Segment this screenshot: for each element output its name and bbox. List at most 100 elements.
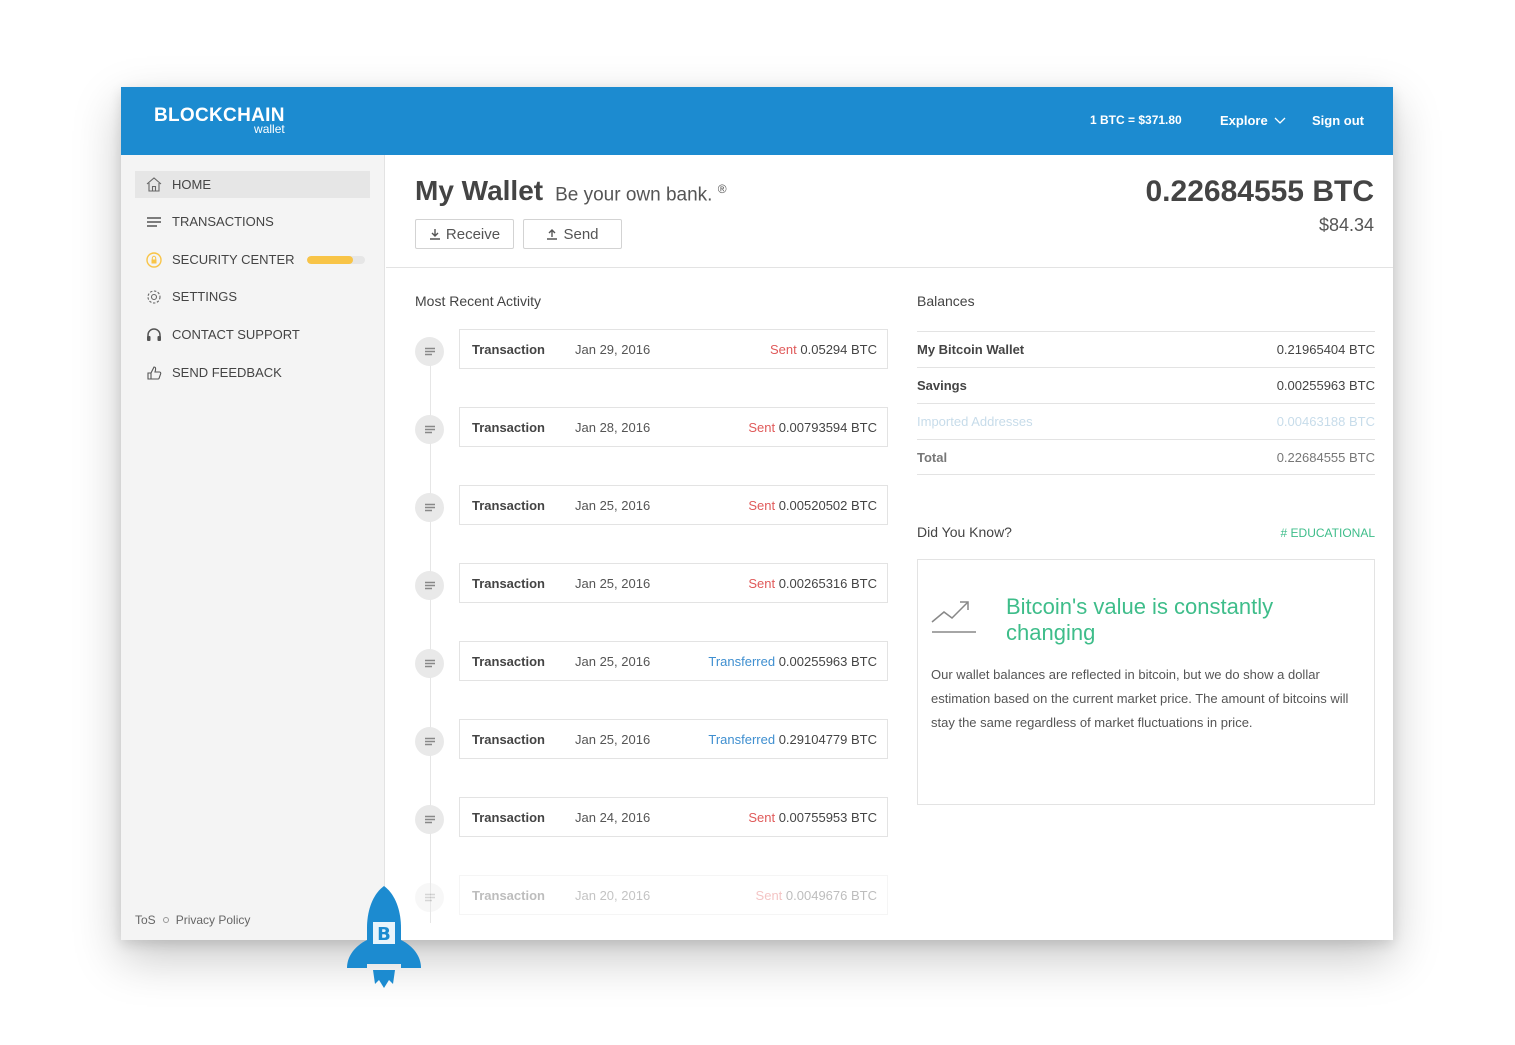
gear-icon [145,289,163,305]
transaction-value: 0.00755953 BTC [778,810,877,825]
headset-icon [145,327,163,343]
transaction-value: 0.0049676 BTC [785,888,877,903]
sidebar-item-label: HOME [172,177,211,192]
wallet-title-row: My Wallet Be your own bank. ® [415,175,727,207]
balances-heading: Balances [917,293,975,309]
balance-row-total: Total 0.22684555 BTC [917,439,1375,475]
transaction-row[interactable]: Transaction Jan 25, 2016 Sent 0.00520502 B… [415,485,888,525]
page-tagline: Be your own bank. ® [555,182,727,206]
balance-value: 0.00255963 BTC [1276,378,1375,393]
transaction-row[interactable]: Transaction Jan 28, 2016 Sent 0.00793594 B… [415,407,888,447]
upload-icon [547,229,558,240]
transaction-date: Jan 29, 2016 [575,342,651,357]
sidebar-item-label: TRANSACTIONS [172,214,274,229]
transaction-type: Sent [748,420,776,435]
explore-menu[interactable]: Explore [1220,113,1286,128]
transaction-card[interactable]: Transaction Jan 25, 2016 Transferred 0.291… [459,719,888,759]
balances-table: My Bitcoin Wallet 0.21965404 BTC Savings… [917,331,1375,475]
chevron-down-icon [1274,117,1286,124]
sidebar-item-security-center[interactable]: SECURITY CENTER [135,246,370,273]
transaction-date: Jan 25, 2016 [575,654,651,669]
app-window: BLOCKCHAIN wallet 1 BTC = $371.80 Explor… [121,87,1393,940]
transaction-amount: Sent 0.00265316 BTC [748,576,877,591]
transaction-value: 0.00265316 BTC [778,576,877,591]
tagline-text: Be your own bank. [555,184,713,205]
transaction-value: 0.05294 BTC [800,342,877,357]
transaction-card[interactable]: Transaction Jan 24, 2016 Sent 0.00755953 B… [459,797,888,837]
sidebar-item-label: SETTINGS [172,289,238,304]
privacy-policy-link[interactable]: Privacy Policy [176,913,251,927]
educational-tag[interactable]: # EDUCATIONAL [1281,526,1375,540]
transaction-row[interactable]: Transaction Jan 25, 2016 Transferred 0.291… [415,719,888,759]
transaction-row[interactable]: Transaction Jan 25, 2016 Transferred 0.002… [415,641,888,681]
transaction-icon [415,493,444,522]
did-you-know-card: Bitcoin's value is constantly changing O… [917,559,1375,805]
balance-value: 0.21965404 BTC [1276,342,1375,357]
balance-row[interactable]: Imported Addresses 0.00463188 BTC [917,403,1375,439]
transaction-date: Jan 25, 2016 [575,576,651,591]
main-content: My Wallet Be your own bank. ® Receive Se… [386,155,1393,940]
transaction-value: 0.00793594 BTC [778,420,877,435]
transaction-card[interactable]: Transaction Jan 25, 2016 Sent 0.00520502 B… [459,485,888,525]
transaction-value: 0.29104779 BTC [778,732,877,747]
sidebar-item-home[interactable]: HOME [135,171,370,198]
transaction-card[interactable]: Transaction Jan 28, 2016 Sent 0.00793594 B… [459,407,888,447]
transaction-type: Sent [748,498,776,513]
tos-link[interactable]: ToS [135,913,156,927]
transaction-amount: Sent 0.00520502 BTC [748,498,877,513]
transaction-row[interactable]: Transaction Jan 29, 2016 Sent 0.05294 BTC [415,329,888,369]
transaction-date: Jan 24, 2016 [575,810,651,825]
transaction-amount: Sent 0.00755953 BTC [748,810,877,825]
send-label: Send [563,225,599,243]
balance-name: Total [917,450,948,465]
send-button[interactable]: Send [523,219,622,249]
signout-link[interactable]: Sign out [1312,113,1364,128]
did-you-know-text: Our wallet balances are reflected in bit… [931,667,1349,730]
explore-label: Explore [1220,113,1268,128]
registered-mark: ® [717,181,727,196]
transaction-amount: Transferred 0.29104779 BTC [708,732,877,747]
transaction-type: Transferred [708,654,776,669]
transaction-row[interactable]: Transaction Jan 24, 2016 Sent 0.00755953 B… [415,797,888,837]
transaction-label: Transaction [472,732,545,747]
transaction-card[interactable]: Transaction Jan 25, 2016 Transferred 0.002… [459,641,888,681]
home-icon [145,177,163,193]
transaction-row[interactable]: Transaction Jan 20, 2016 Sent 0.0049676 BT… [415,875,888,915]
thumbs-up-icon [145,365,163,381]
transaction-value: 0.00520502 BTC [778,498,877,513]
sidebar-item-transactions[interactable]: TRANSACTIONS [135,208,370,235]
transaction-row[interactable]: Transaction Jan 25, 2016 Sent 0.00265316 B… [415,563,888,603]
transaction-icon [415,571,444,600]
transaction-amount: Sent 0.00793594 BTC [748,420,877,435]
separator-dot [162,917,169,923]
sidebar-item-contact-support[interactable]: CONTACT SUPPORT [135,321,370,348]
transaction-amount: Sent 0.05294 BTC [770,342,877,357]
lock-icon [145,251,163,268]
sidebar: HOME TRANSACTIONS SECURITY CENTER SETTIN… [121,155,385,940]
transaction-label: Transaction [472,810,545,825]
transaction-icon [415,415,444,444]
list-icon [145,214,163,230]
receive-button[interactable]: Receive [415,219,514,249]
header-divider [386,267,1393,268]
balance-name: Savings [917,378,967,393]
transaction-label: Transaction [472,888,545,903]
transaction-value: 0.00255963 BTC [778,654,877,669]
transaction-type: Transferred [708,732,776,747]
sidebar-item-settings[interactable]: SETTINGS [135,283,370,310]
activity-heading: Most Recent Activity [415,293,542,309]
transaction-card[interactable]: Transaction Jan 25, 2016 Sent 0.00265316 B… [459,563,888,603]
top-navbar: BLOCKCHAIN wallet 1 BTC = $371.80 Explor… [121,87,1393,155]
transaction-card[interactable]: Transaction Jan 29, 2016 Sent 0.05294 BTC [459,329,888,369]
rocket-mascot-icon[interactable]: B [345,884,423,1004]
blockchain-logo[interactable]: BLOCKCHAIN wallet [154,105,285,135]
transaction-card[interactable]: Transaction Jan 20, 2016 Sent 0.0049676 BT… [459,875,888,915]
balance-row[interactable]: My Bitcoin Wallet 0.21965404 BTC [917,331,1375,367]
transaction-type: Sent [770,342,797,357]
balance-name: My Bitcoin Wallet [917,342,1025,357]
transaction-date: Jan 28, 2016 [575,420,651,435]
balance-row[interactable]: Savings 0.00255963 BTC [917,367,1375,403]
sidebar-item-send-feedback[interactable]: SEND FEEDBACK [135,359,370,386]
transaction-icon [415,649,444,678]
transaction-date: Jan 20, 2016 [575,888,651,903]
